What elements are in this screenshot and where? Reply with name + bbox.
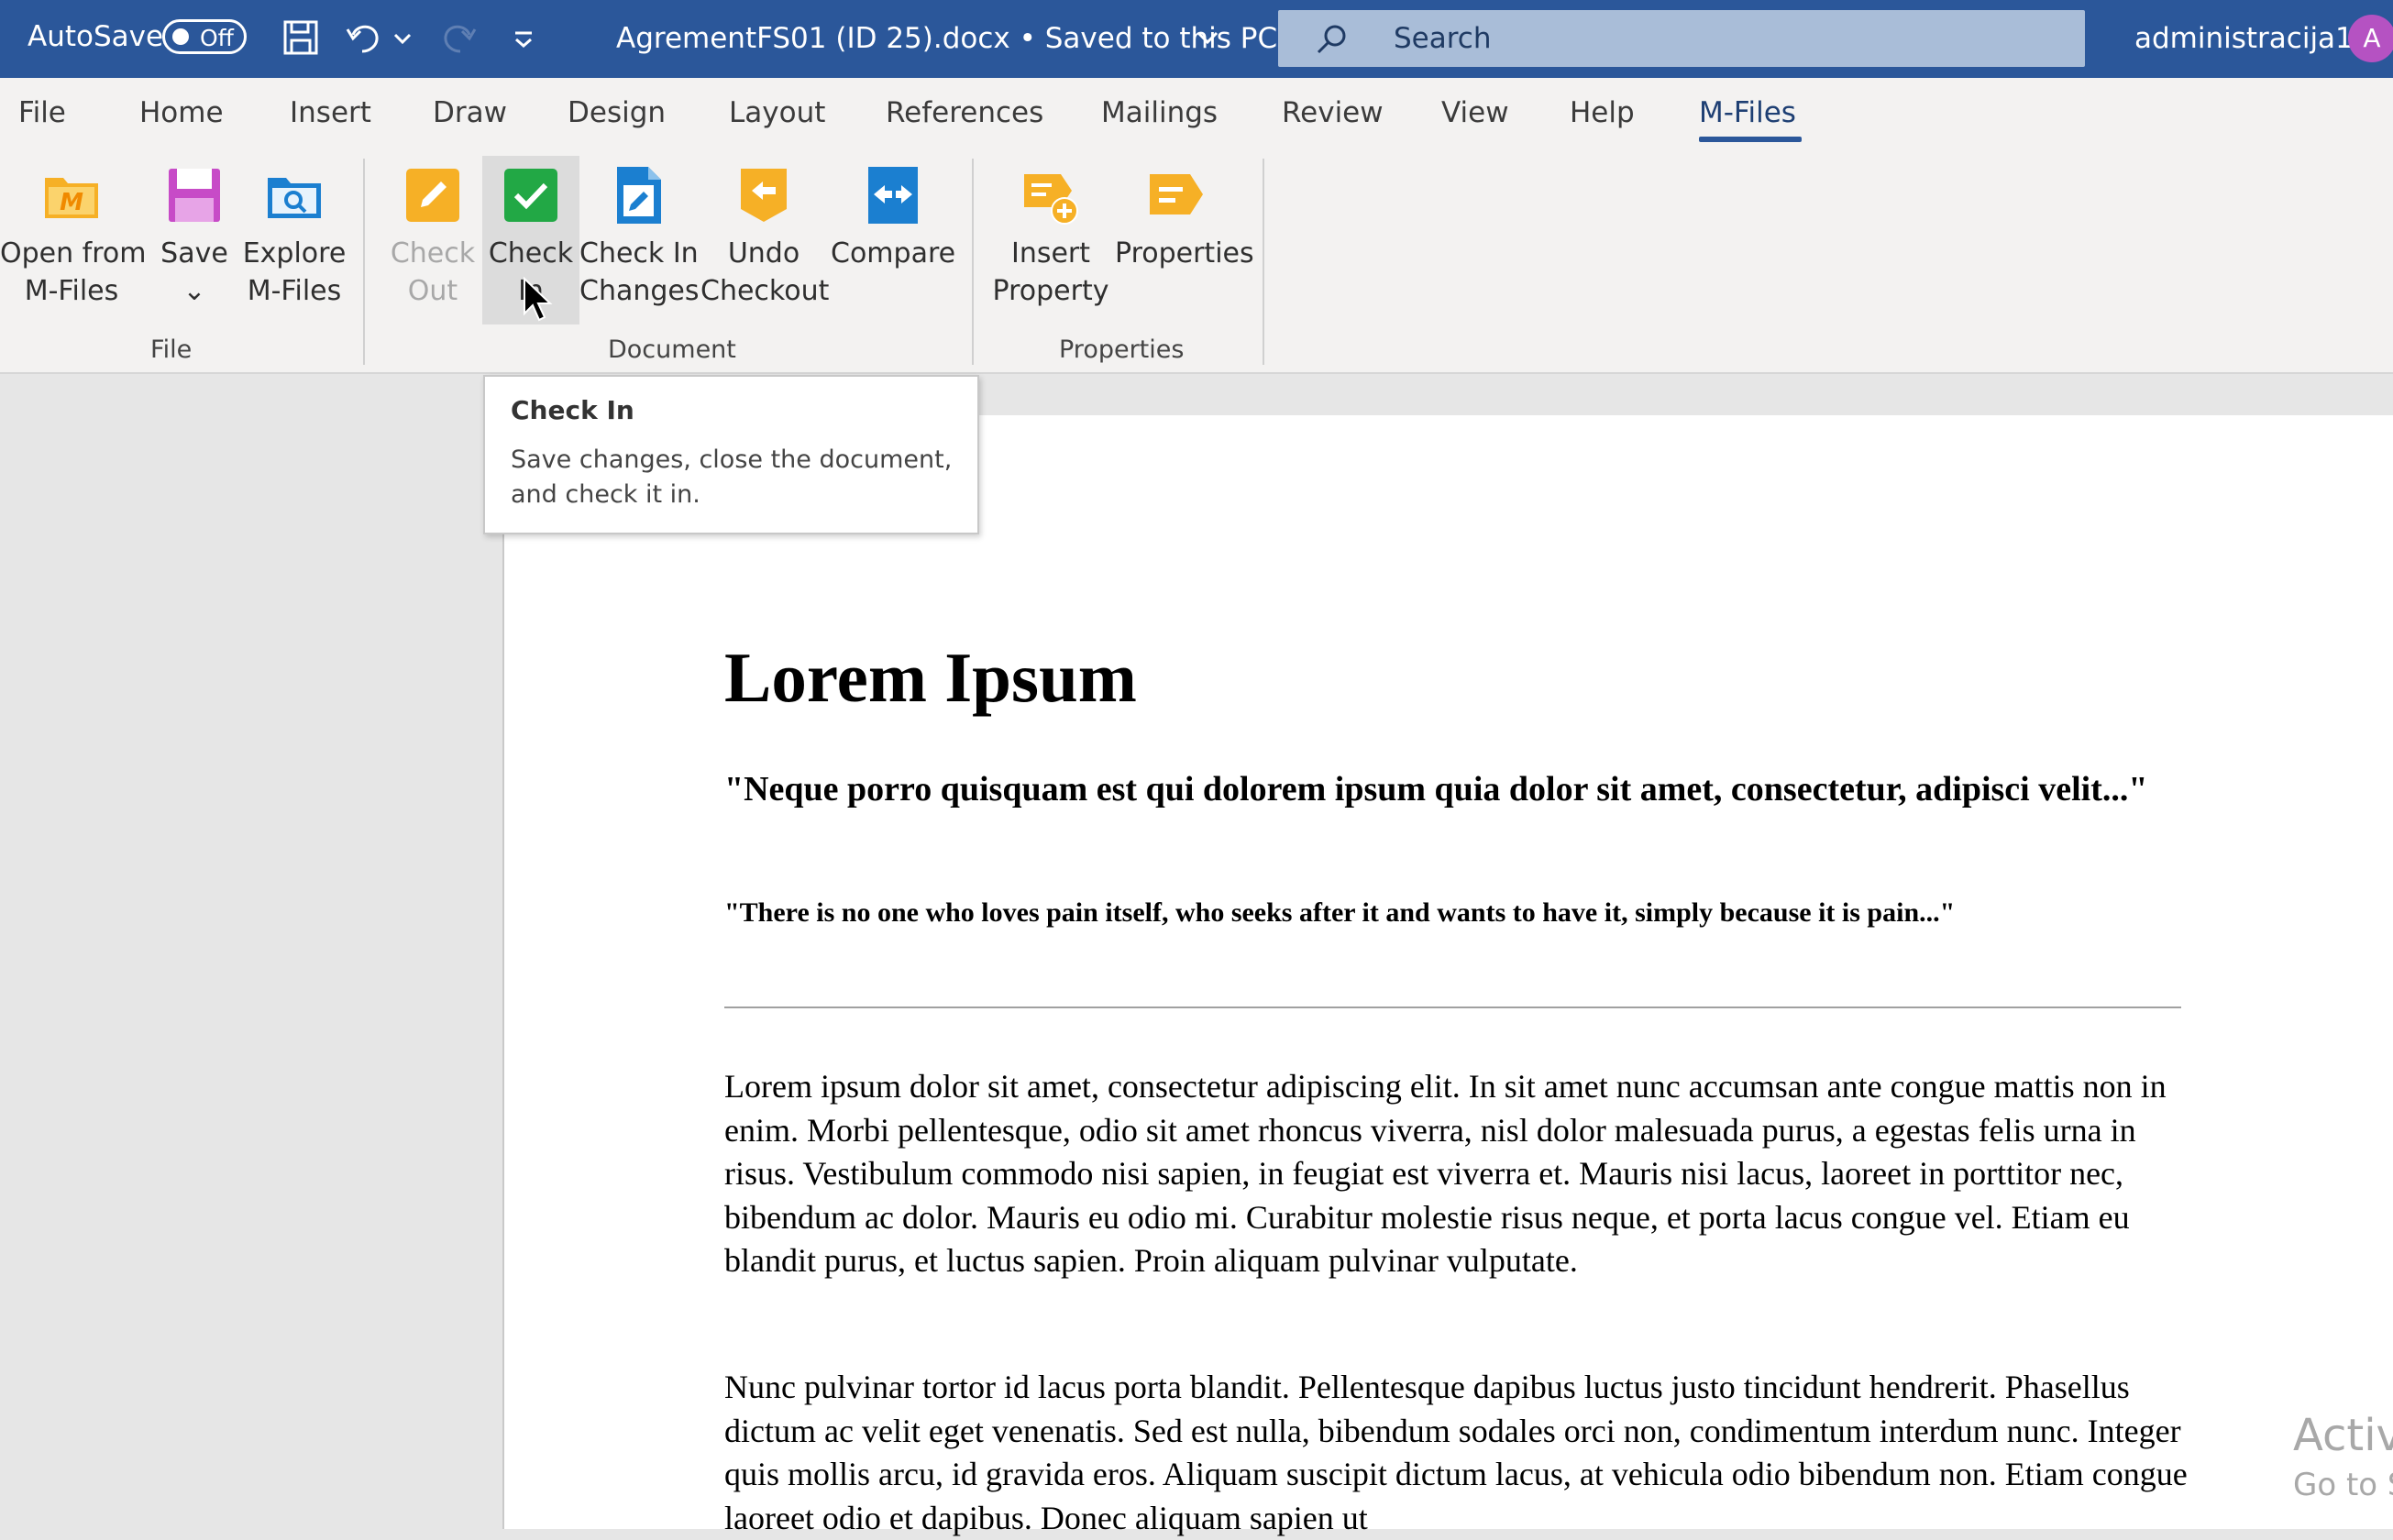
tab-insert[interactable]: Insert bbox=[290, 96, 371, 129]
properties-button[interactable]: Properties bbox=[1115, 149, 1254, 328]
check-in-changes-label-1: Check In bbox=[579, 237, 699, 270]
insert-property-label-2: Property bbox=[992, 275, 1109, 307]
save-button[interactable]: Save ⌄ bbox=[154, 149, 235, 328]
save-label: Save bbox=[160, 237, 228, 270]
tab-references[interactable]: References bbox=[886, 96, 1043, 129]
compare-label: Compare bbox=[831, 237, 956, 270]
group-label-properties: Properties bbox=[1059, 336, 1185, 364]
undo-checkout-button[interactable]: Undo Checkout bbox=[700, 149, 830, 328]
document-paragraph-2[interactable]: Nunc pulvinar tortor id lacus porta blan… bbox=[724, 1366, 2200, 1540]
undo-arrow-icon bbox=[741, 169, 787, 222]
tab-home[interactable]: Home bbox=[139, 96, 224, 129]
insert-property-label-1: Insert bbox=[1010, 237, 1091, 270]
tab-m-files[interactable]: M-Files bbox=[1699, 96, 1796, 129]
check-in-changes-button[interactable]: Check In Changes bbox=[579, 149, 700, 328]
document-edit-icon bbox=[617, 167, 661, 224]
undo-icon[interactable] bbox=[344, 16, 386, 59]
explore-folder-icon bbox=[268, 178, 321, 218]
document-title[interactable]: AgrementFS01 (ID 25).docx • Saved to thi… bbox=[616, 22, 1277, 55]
title-bar: AutoSave Off AgrementFS01 (ID 25).docx •… bbox=[0, 0, 2393, 78]
active-tab-indicator bbox=[1699, 137, 1802, 142]
open-from-m-files-label-1: Open from bbox=[0, 237, 147, 270]
insert-property-button[interactable]: Insert Property bbox=[988, 149, 1113, 328]
autosave-state: Off bbox=[200, 25, 234, 51]
ribbon: M Open from M-Files Save ⌄ Explore M-Fil… bbox=[0, 149, 2393, 374]
search-icon bbox=[1317, 25, 1346, 54]
group-separator bbox=[972, 159, 974, 365]
compare-icon bbox=[867, 167, 918, 224]
tab-layout[interactable]: Layout bbox=[729, 96, 825, 129]
tab-file[interactable]: File bbox=[18, 96, 66, 129]
tab-view[interactable]: View bbox=[1441, 96, 1509, 129]
check-in-changes-label-2: Changes bbox=[579, 275, 700, 307]
document-quote-2[interactable]: "There is no one who loves pain itself, … bbox=[724, 897, 2191, 929]
explore-m-files-button[interactable]: Explore M-Files bbox=[240, 149, 348, 328]
title-chevron-down-icon[interactable] bbox=[1194, 16, 1221, 59]
document-page[interactable] bbox=[502, 415, 2393, 1529]
autosave-toggle[interactable]: Off bbox=[162, 19, 247, 54]
explore-m-files-label-1: Explore bbox=[242, 237, 347, 270]
insert-property-icon bbox=[1024, 174, 1078, 225]
tooltip-body: Save changes, close the document, and ch… bbox=[511, 446, 953, 509]
checkmark-icon bbox=[504, 169, 557, 222]
horizontal-rule bbox=[724, 1006, 2181, 1008]
user-name[interactable]: administracija1 bbox=[2134, 22, 2354, 55]
save-icon[interactable] bbox=[280, 16, 322, 59]
tooltip-title: Check In bbox=[511, 395, 634, 425]
svg-text:M: M bbox=[60, 189, 83, 216]
document-paragraph-1[interactable]: Lorem ipsum dolor sit amet, consectetur … bbox=[724, 1065, 2200, 1283]
redo-icon bbox=[444, 25, 477, 53]
group-separator bbox=[363, 159, 365, 365]
document-heading[interactable]: Lorem Ipsum bbox=[724, 637, 1137, 719]
check-out-label-2: Out bbox=[407, 275, 458, 307]
check-in-tooltip: Check In Save changes, close the documen… bbox=[483, 375, 979, 534]
avatar[interactable]: A bbox=[2348, 15, 2393, 62]
check-in-label-1: Check bbox=[488, 237, 574, 270]
tab-design[interactable]: Design bbox=[568, 96, 666, 129]
save-icon bbox=[169, 169, 220, 222]
document-quote-1[interactable]: "Neque porro quisquam est qui dolorem ip… bbox=[724, 767, 2191, 811]
pencil-icon bbox=[406, 169, 459, 222]
ribbon-tabs: File Home Insert Draw Design Layout Refe… bbox=[0, 78, 2393, 149]
check-out-label-1: Check bbox=[390, 237, 476, 270]
tab-draw[interactable]: Draw bbox=[433, 96, 507, 129]
activate-windows-watermark: Activ bbox=[2293, 1410, 2393, 1461]
group-label-file: File bbox=[150, 336, 193, 364]
tab-help[interactable]: Help bbox=[1570, 96, 1635, 129]
group-label-document: Document bbox=[608, 336, 736, 364]
search-placeholder: Search bbox=[1394, 22, 1492, 55]
properties-icon bbox=[1150, 174, 1203, 214]
check-out-button[interactable]: Check Out bbox=[383, 149, 482, 328]
group-separator bbox=[1263, 159, 1264, 365]
compare-button[interactable]: Compare bbox=[831, 149, 956, 328]
folder-m-icon: M bbox=[45, 178, 98, 218]
customize-qat-icon[interactable] bbox=[510, 16, 537, 59]
undo-checkout-label-2: Checkout bbox=[700, 275, 830, 307]
mouse-cursor-icon bbox=[524, 277, 553, 322]
save-dropdown-chevron-icon[interactable]: ⌄ bbox=[154, 272, 235, 310]
autosave-label: AutoSave bbox=[28, 20, 164, 53]
open-from-m-files-button[interactable]: M Open from M-Files bbox=[0, 149, 147, 328]
tab-mailings[interactable]: Mailings bbox=[1101, 96, 1218, 129]
properties-label: Properties bbox=[1115, 237, 1254, 270]
activate-windows-watermark-sub: Go to S bbox=[2293, 1467, 2393, 1503]
undo-dropdown-chevron-icon[interactable] bbox=[390, 16, 415, 59]
tab-review[interactable]: Review bbox=[1282, 96, 1384, 129]
toggle-knob bbox=[172, 28, 189, 45]
open-from-m-files-label-2: M-Files bbox=[24, 275, 119, 307]
undo-checkout-label-1: Undo bbox=[727, 237, 800, 270]
explore-m-files-label-2: M-Files bbox=[247, 275, 342, 307]
search-box[interactable]: Search bbox=[1278, 10, 2085, 67]
